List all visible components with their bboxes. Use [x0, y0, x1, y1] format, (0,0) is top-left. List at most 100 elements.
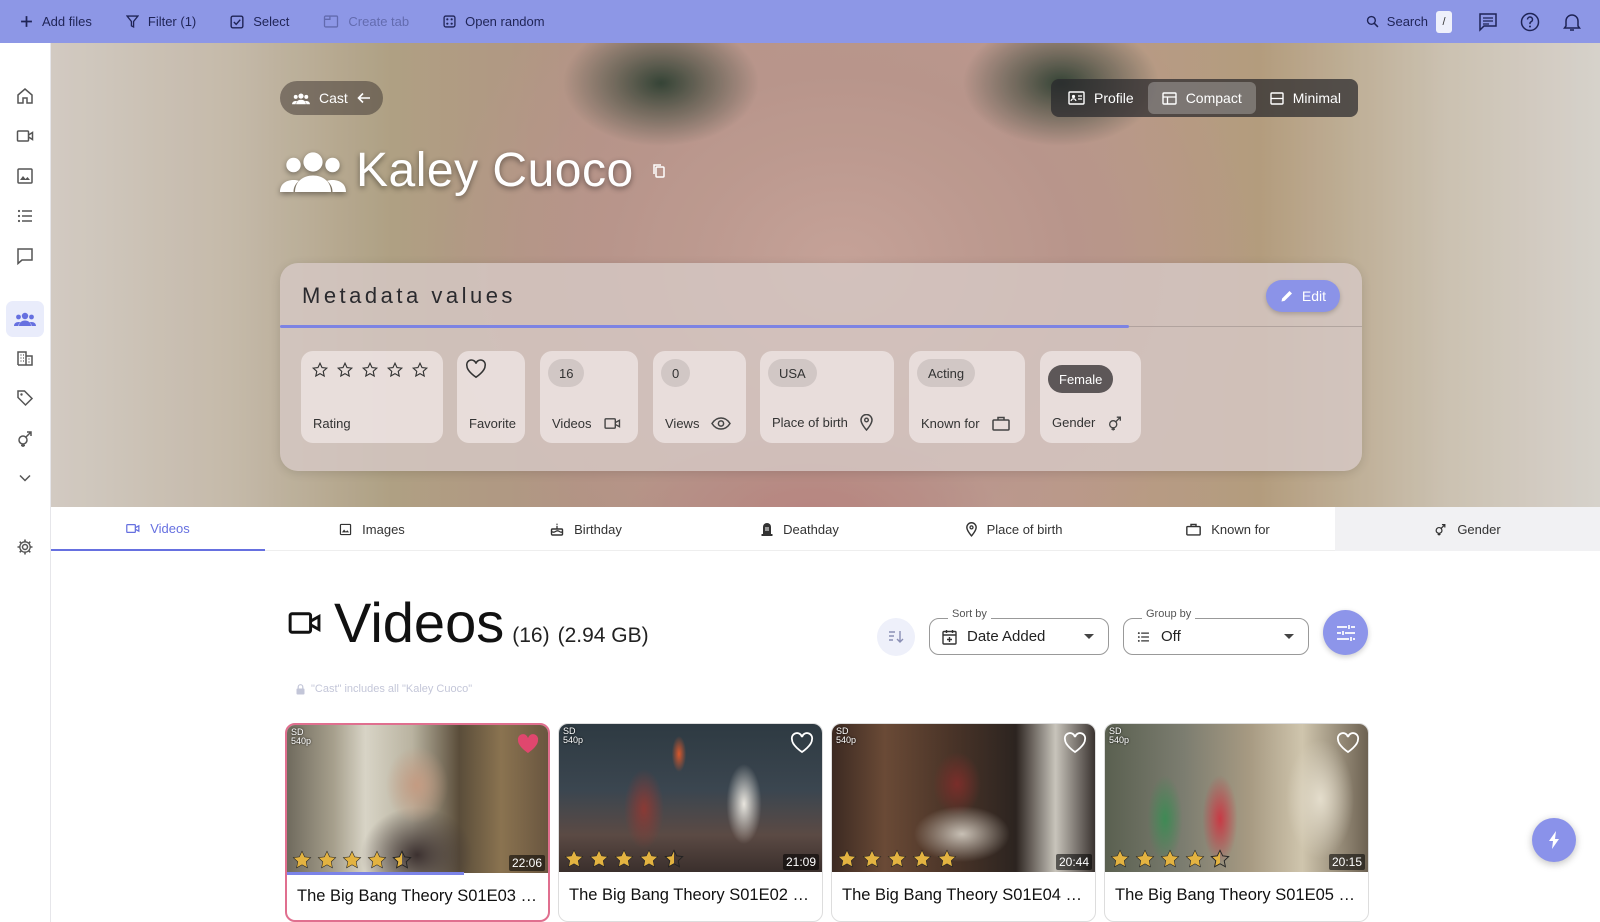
calendar-add-icon [942, 629, 957, 645]
tab-birthday[interactable]: Birthday [479, 507, 693, 551]
videos-count: (16) [512, 624, 550, 647]
star-filled-icon [564, 849, 584, 868]
video-title[interactable]: The Big Bang Theory S01E03 … [297, 887, 542, 906]
tab-deathday[interactable]: Deathday [693, 507, 907, 551]
videos-section-header: Videos (16) (2.94 GB) [288, 590, 649, 655]
sidebar-item-gender[interactable] [6, 420, 44, 456]
sidebar-item-images[interactable] [6, 158, 44, 194]
search-button[interactable]: Search / [1366, 10, 1452, 33]
star-outline-icon[interactable] [311, 361, 329, 379]
video-duration: 20:44 [1055, 854, 1092, 870]
tab-known-for[interactable]: Known for [1121, 507, 1335, 551]
video-title[interactable]: The Big Bang Theory S01E04 … [842, 886, 1087, 905]
sidebar-expand-button[interactable] [6, 460, 44, 496]
heart-filled-icon[interactable] [516, 733, 540, 755]
filter-settings-button[interactable] [1323, 610, 1368, 655]
sort-order-button[interactable] [877, 618, 915, 656]
edit-label: Edit [1301, 288, 1326, 304]
notifications-button[interactable] [1562, 12, 1582, 32]
copy-icon[interactable] [652, 163, 666, 179]
video-card[interactable]: SD 540p 22:06 The Big Bang Theory S01E03 … [285, 723, 550, 922]
rating-stars[interactable] [311, 361, 429, 379]
video-camera-icon [16, 130, 34, 142]
star-filled-icon [589, 849, 609, 868]
select-button[interactable]: Select [230, 14, 289, 29]
sidebar-item-home[interactable] [6, 78, 44, 114]
sort-by-select[interactable]: Sort by Date Added [929, 608, 1109, 655]
favorite-field[interactable]: Favorite [457, 351, 525, 443]
star-half-icon [392, 850, 412, 869]
star-filled-icon [1160, 849, 1180, 868]
video-thumbnail[interactable]: SD 540p 21:09 [559, 724, 822, 872]
star-outline-icon[interactable] [336, 361, 354, 379]
star-filled-icon [1135, 849, 1155, 868]
star-filled-icon [342, 850, 362, 869]
video-thumbnail[interactable]: SD 540p 20:44 [832, 724, 1095, 872]
quick-actions-button[interactable] [1532, 818, 1576, 862]
sidebar-item-videos[interactable] [6, 118, 44, 154]
heart-outline-icon[interactable] [1063, 732, 1087, 754]
sidebar-item-cast[interactable] [6, 301, 44, 337]
sort-dropdown-caret [1084, 634, 1094, 639]
location-pin-icon [860, 414, 873, 431]
profile-card-icon [1068, 91, 1085, 105]
tab-place-of-birth[interactable]: Place of birth [907, 507, 1121, 551]
gear-icon [17, 539, 33, 555]
add-files-button[interactable]: Add files [20, 14, 92, 29]
video-title[interactable]: The Big Bang Theory S01E02 … [569, 886, 814, 905]
rating-field[interactable]: Rating [301, 351, 443, 443]
dice-icon [443, 15, 456, 28]
star-outline-icon[interactable] [386, 361, 404, 379]
filter-button[interactable]: Filter (1) [125, 14, 196, 29]
watch-progress-bar [287, 872, 465, 875]
view-mode-toggle: Profile Compact Minimal [1051, 79, 1358, 117]
video-card[interactable]: SD 540p 20:15 The Big Bang Theory S01E05 … [1104, 723, 1369, 922]
cast-chip-label: Cast [319, 90, 348, 106]
heart-outline-icon[interactable] [1336, 732, 1360, 754]
sidebar-item-settings[interactable] [6, 529, 44, 565]
group-by-select[interactable]: Group by Off [1123, 608, 1309, 655]
briefcase-icon [991, 416, 1010, 431]
sidebar-item-comments[interactable] [6, 238, 44, 274]
star-filled-icon [1110, 849, 1130, 868]
sidebar-item-lists[interactable] [6, 198, 44, 234]
profile-hero: Cast Profile Compact Minimal Kaley Cuoco… [51, 43, 1600, 516]
sidebar-item-studios[interactable] [6, 340, 44, 376]
video-thumbnail[interactable]: SD 540p 20:15 [1105, 724, 1368, 872]
sidebar-item-tags[interactable] [6, 380, 44, 416]
known-for-field: Acting Known for [909, 351, 1025, 443]
comment-icon [17, 248, 33, 265]
tab-gender[interactable]: Gender [1335, 507, 1600, 551]
video-card[interactable]: SD 540p 20:44 The Big Bang Theory S01E04 … [831, 723, 1096, 922]
tab-icon [324, 15, 339, 28]
heart-outline-icon[interactable] [465, 359, 487, 379]
video-title[interactable]: The Big Bang Theory S01E05 … [1115, 886, 1360, 905]
lightning-icon [1549, 831, 1559, 849]
heart-outline-icon[interactable] [790, 732, 814, 754]
star-filled-icon [317, 850, 337, 869]
sliders-icon [1336, 624, 1355, 641]
tab-images[interactable]: Images [265, 507, 479, 551]
messages-button[interactable] [1478, 12, 1498, 32]
open-random-button[interactable]: Open random [443, 14, 545, 29]
video-thumbnail[interactable]: SD 540p 22:06 [287, 725, 548, 875]
video-card[interactable]: SD 540p 21:09 The Big Bang Theory S01E02 … [558, 723, 823, 922]
help-button[interactable] [1520, 12, 1540, 32]
search-label: Search [1386, 14, 1428, 29]
headstone-icon [761, 523, 773, 536]
videos-label: Videos [552, 416, 621, 431]
group-icon [292, 92, 310, 104]
star-outline-icon[interactable] [361, 361, 379, 379]
star-outline-icon[interactable] [411, 361, 429, 379]
tab-videos[interactable]: Videos [51, 507, 265, 551]
edit-metadata-button[interactable]: Edit [1265, 280, 1340, 312]
star-half-icon [664, 849, 684, 868]
help-icon [1520, 12, 1540, 31]
view-profile-button[interactable]: Profile [1054, 82, 1148, 114]
view-compact-button[interactable]: Compact [1147, 82, 1256, 114]
videos-field: 16 Videos [540, 351, 638, 443]
tag-icon [17, 390, 34, 407]
cast-back-chip[interactable]: Cast [280, 81, 383, 115]
view-minimal-button[interactable]: Minimal [1256, 82, 1355, 114]
create-tab-button[interactable]: Create tab [323, 14, 409, 29]
